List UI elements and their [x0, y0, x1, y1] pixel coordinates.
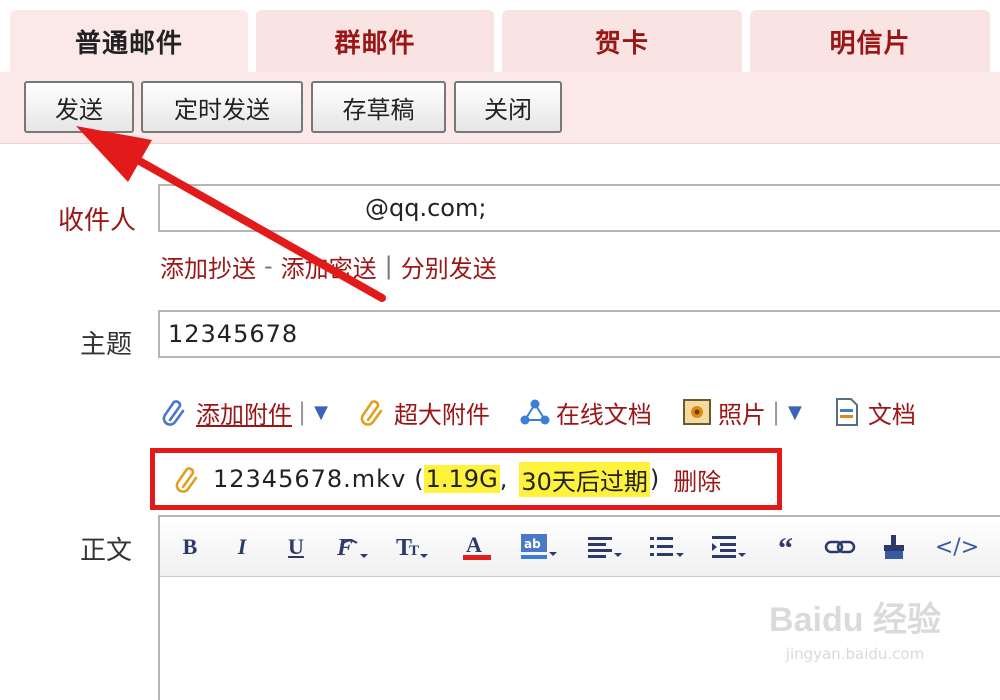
clear-format-icon[interactable] [874, 531, 914, 563]
compose-toolbar: 发送 定时发送 存草稿 关闭 [0, 72, 1000, 144]
baidu-watermark: Baidu 经验 jingyan.baidu.com [765, 592, 945, 682]
tab-postcard[interactable]: 明信片 [750, 10, 990, 72]
paren-open: ( [414, 465, 424, 493]
italic-button[interactable]: I [222, 531, 262, 563]
svg-text:T: T [409, 543, 419, 559]
align-icon[interactable] [584, 531, 624, 563]
share-nodes-icon [520, 397, 550, 427]
svg-text:ab: ab [524, 537, 541, 551]
subject-label: 主题 [80, 330, 133, 360]
link-icon[interactable] [820, 531, 860, 563]
scheduled-send-button[interactable]: 定时发送 [141, 81, 303, 133]
svg-text:A: A [466, 532, 482, 557]
list-icon[interactable] [646, 531, 686, 563]
quote-icon[interactable]: “ [770, 531, 810, 563]
send-button[interactable]: 发送 [24, 81, 134, 133]
tab-bar: 普通邮件 群邮件 贺卡 明信片 [0, 0, 1000, 72]
subject-value: 12345678 [168, 320, 299, 348]
online-doc-button[interactable]: 在线文档 [520, 395, 652, 430]
online-doc-label: 在线文档 [555, 400, 652, 429]
link-separator: | [384, 252, 393, 280]
svg-text:“: “ [778, 534, 793, 560]
file-expiry: 30天后过期 [519, 461, 650, 497]
recipient-links: 添加抄送 - 添加密送 | 分别发送 [160, 248, 497, 284]
source-code-button[interactable]: </> [930, 531, 984, 563]
document-button[interactable]: 文档 [832, 395, 916, 430]
highlight-color-icon[interactable]: ab [518, 531, 558, 563]
link-separator: - [264, 252, 273, 280]
delete-attachment-link[interactable]: 删除 [673, 462, 721, 497]
underline-button[interactable]: U [276, 531, 316, 563]
recipient-label: 收件人 [58, 206, 137, 236]
photo-label: 照片 [717, 400, 766, 429]
chevron-down-icon[interactable]: ▼ [788, 402, 802, 423]
body-label: 正文 [80, 536, 133, 566]
watermark-logo: Baidu 经验 [769, 601, 941, 639]
file-name: 12345678.mkv [213, 465, 407, 493]
tab-group-mail[interactable]: 群邮件 [256, 10, 494, 72]
paren-close: ) [649, 465, 660, 493]
bold-button[interactable]: B [170, 531, 210, 563]
add-cc-link[interactable]: 添加抄送 [160, 249, 256, 284]
chevron-down-icon[interactable]: ▼ [314, 402, 328, 423]
add-bcc-link[interactable]: 添加密送 [281, 249, 377, 284]
paperclip-icon [358, 397, 388, 427]
document-label: 文档 [867, 400, 916, 429]
add-attachment-label: 添加附件 [196, 400, 292, 429]
tab-greeting-card[interactable]: 贺卡 [502, 10, 742, 72]
document-icon [832, 397, 862, 427]
photo-button[interactable]: 照片 | ▼ [682, 395, 802, 430]
divider: | [298, 398, 307, 426]
font-family-icon[interactable]: F [332, 531, 372, 563]
save-draft-button[interactable]: 存草稿 [311, 81, 446, 133]
recipient-value: @qq.com; [365, 194, 487, 222]
tab-normal-mail[interactable]: 普通邮件 [10, 10, 248, 72]
recipient-field[interactable]: @qq.com; [158, 184, 1000, 232]
photo-icon [682, 397, 712, 427]
comma: , [499, 465, 508, 493]
large-attachment-button[interactable]: 超大附件 [358, 395, 490, 430]
paperclip-icon [160, 397, 190, 427]
large-attachment-label: 超大附件 [393, 400, 490, 429]
close-button[interactable]: 关闭 [454, 81, 562, 133]
attached-file: 12345678.mkv ( 1.19G , 30天后过期 ) 删除 [150, 448, 782, 510]
file-size: 1.19G [423, 465, 500, 493]
paperclip-icon [175, 465, 201, 493]
svg-text:F: F [336, 535, 353, 561]
font-color-icon[interactable]: A [458, 531, 498, 563]
indent-icon[interactable] [708, 531, 748, 563]
editor-toolbar: B I U F TT A ab “ </> [160, 517, 1000, 577]
add-attachment-button[interactable]: 添加附件 | ▼ [160, 395, 328, 430]
separate-send-link[interactable]: 分别发送 [401, 249, 497, 284]
watermark-url: jingyan.baidu.com [785, 645, 925, 663]
font-size-icon[interactable]: TT [392, 531, 432, 563]
subject-field[interactable]: 12345678 [158, 310, 1000, 358]
divider: | [771, 398, 781, 426]
attachment-actions: 添加附件 | ▼ 超大附件 在线文档 照片 | ▼ 文档 [160, 390, 916, 434]
